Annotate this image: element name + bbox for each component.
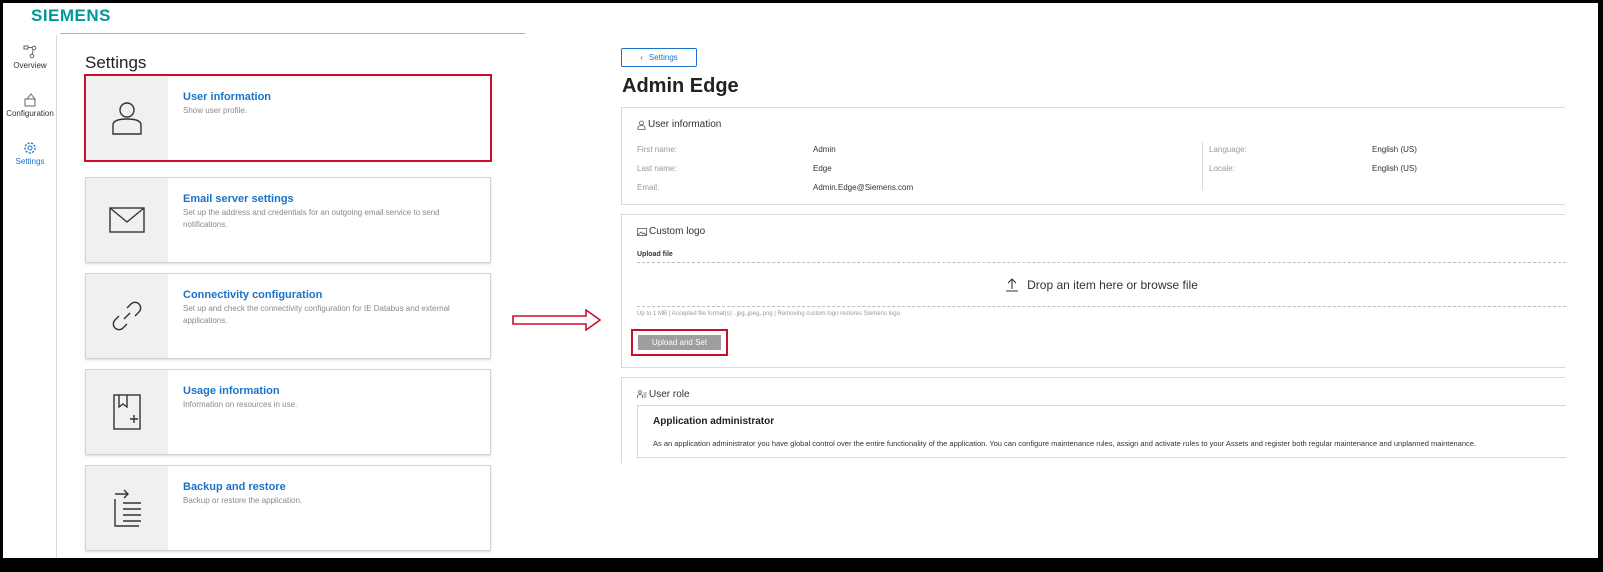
card-title: Backup and restore xyxy=(183,481,286,493)
dropzone-text: Drop an item here or browse file xyxy=(1027,277,1198,292)
bookmark-plus-icon xyxy=(113,394,141,430)
panel-heading-text: User role xyxy=(649,389,690,400)
upload-button-highlight: Upload and Set xyxy=(631,329,728,356)
right-arrow-icon xyxy=(512,309,602,331)
nav-label-overview: Overview xyxy=(13,61,47,70)
card-description: Show user profile. xyxy=(183,106,248,115)
user-role-panel: User role Application administrator As a… xyxy=(621,377,1566,463)
role-description: As an application administrator you have… xyxy=(653,439,1477,448)
card-icon-box xyxy=(86,178,168,262)
user-role-icon xyxy=(637,390,647,398)
card-icon-box xyxy=(86,274,168,358)
first-name-value: Admin xyxy=(813,145,836,154)
page-title-settings: Settings xyxy=(85,53,147,72)
locale-value: English (US) xyxy=(1372,164,1417,173)
chevron-left-icon: ‹ xyxy=(640,53,643,62)
nav-item-configuration[interactable]: Configuration xyxy=(3,93,57,118)
back-button-label: Settings xyxy=(648,53,678,62)
locale-label: Locale: xyxy=(1209,164,1235,173)
custom-logo-panel: Custom logo Upload file Drop an item her… xyxy=(621,214,1566,368)
last-name-label: Last name: xyxy=(637,164,677,173)
back-to-settings-button[interactable]: ‹ Settings xyxy=(621,48,697,67)
card-description: Information on resources in use. xyxy=(183,400,298,409)
card-icon-box xyxy=(86,76,168,160)
nav-item-settings[interactable]: Settings xyxy=(3,141,57,166)
role-title: Application administrator xyxy=(653,416,775,427)
upload-icon xyxy=(1006,277,1019,292)
card-title: Email server settings xyxy=(183,193,294,205)
header-divider xyxy=(60,33,525,34)
file-dropzone[interactable]: Drop an item here or browse file xyxy=(637,262,1566,307)
user-icon xyxy=(112,102,142,135)
card-title: Usage information xyxy=(183,385,280,397)
card-description: Set up the address and credentials for a… xyxy=(183,208,440,229)
last-name-value: Edge xyxy=(813,164,832,173)
screenshot-frame: SIEMENS Overview Configuration Settings … xyxy=(0,0,1603,572)
nav-label-settings: Settings xyxy=(15,157,45,166)
configuration-icon xyxy=(24,93,36,107)
user-icon xyxy=(637,120,646,130)
card-usage-information[interactable]: Usage information Information on resourc… xyxy=(85,369,491,455)
language-label: Language: xyxy=(1209,145,1247,154)
card-description: Backup or restore the application. xyxy=(183,496,303,505)
user-information-panel: User information First name: Admin Last … xyxy=(621,107,1565,205)
first-name-label: First name: xyxy=(637,145,678,154)
panel-heading: User information xyxy=(637,119,721,130)
panel-heading-text: User information xyxy=(648,119,722,130)
card-description: Set up and check the connectivity config… xyxy=(183,304,450,325)
language-value: English (US) xyxy=(1372,145,1417,154)
nav-label-configuration: Configuration xyxy=(6,109,54,118)
email-value: Admin.Edge@Siemens.com xyxy=(813,183,914,192)
upload-hint: Up to 1 MB | Accepted file format(s): .j… xyxy=(637,311,902,317)
nav-item-overview[interactable]: Overview xyxy=(3,45,57,70)
siemens-logo: SIEMENS xyxy=(31,6,112,25)
card-backup-and-restore[interactable]: Backup and restore Backup or restore the… xyxy=(85,465,491,551)
page-title: Admin Edge xyxy=(622,75,739,97)
flow-icon xyxy=(23,45,37,59)
link-icon xyxy=(112,301,142,331)
card-title: Connectivity configuration xyxy=(183,289,323,301)
upload-and-set-button[interactable]: Upload and Set xyxy=(638,335,721,350)
side-navigation: Overview Configuration Settings xyxy=(3,35,57,558)
card-user-information[interactable]: User information Show user profile. xyxy=(84,74,492,162)
gear-icon xyxy=(24,142,36,154)
card-connectivity-configuration[interactable]: Connectivity configuration Set up and ch… xyxy=(85,273,491,359)
envelope-icon xyxy=(109,207,145,233)
panel-heading: User role xyxy=(637,389,690,400)
image-icon xyxy=(637,227,647,236)
role-box: Application administrator As an applicat… xyxy=(637,405,1566,458)
column-divider xyxy=(1202,142,1203,190)
backup-list-icon xyxy=(114,489,141,527)
card-email-server-settings[interactable]: Email server settings Set up the address… xyxy=(85,177,491,263)
upload-file-label: Upload file xyxy=(637,251,673,258)
card-icon-box xyxy=(86,370,168,454)
card-title: User information xyxy=(183,91,272,103)
email-label: Email: xyxy=(637,183,660,192)
card-icon-box xyxy=(86,466,168,550)
panel-heading: Custom logo xyxy=(637,226,705,237)
panel-heading-text: Custom logo xyxy=(649,226,706,237)
